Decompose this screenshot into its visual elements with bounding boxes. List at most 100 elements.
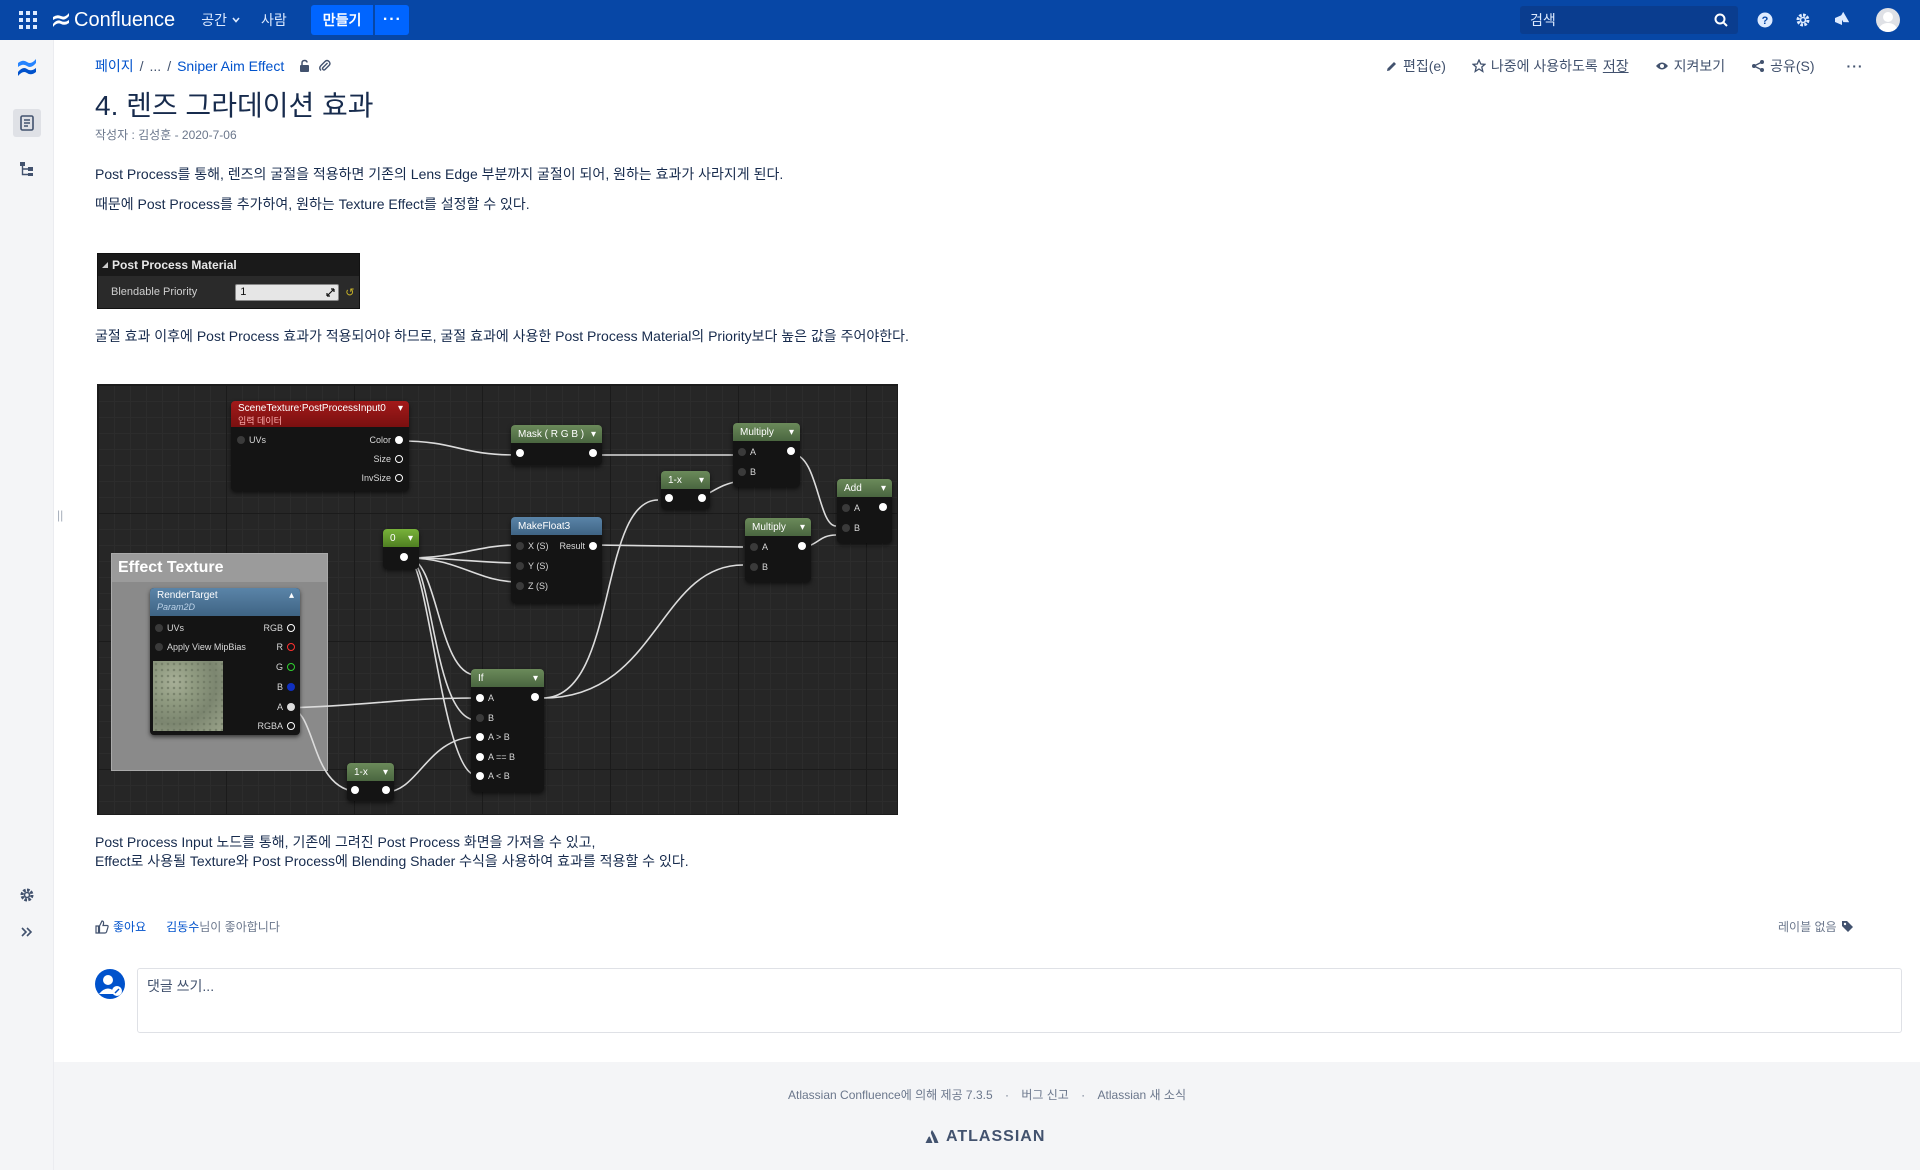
watch-label: 지켜보기: [1673, 58, 1726, 74]
multiply1-pin-b: B: [750, 467, 757, 477]
like-button[interactable]: 좋아요: [95, 918, 146, 935]
triangle-down-icon: [102, 262, 108, 268]
paragraph-1: Post Process를 통해, 렌즈의 굴절을 적용하면 기존의 Lens …: [95, 166, 784, 182]
one-minus-node-1: 1-x ▾: [661, 471, 710, 509]
app-grid-icon: [19, 11, 37, 29]
like-label: 좋아요: [113, 920, 147, 934]
multiply-node-2: Multiply ▾ A B: [745, 518, 811, 582]
save-for-later-button[interactable]: 나중에 사용하도록 저장: [1471, 56, 1629, 76]
app-switcher-button[interactable]: [8, 0, 48, 40]
reset-arrow-icon: ↺: [345, 286, 355, 299]
footer-report-bug[interactable]: 버그 신고: [1021, 1088, 1069, 1102]
breadcrumb-ellipsis[interactable]: ...: [150, 58, 162, 74]
makefloat3-pin-x: X (S): [528, 541, 549, 551]
atlassian-logo[interactable]: ATLASSIAN: [924, 1128, 1045, 1146]
share-icon: [1752, 60, 1765, 72]
multiply2-pin-b: B: [762, 562, 769, 572]
add-title: Add: [844, 482, 862, 494]
breadcrumb-pages[interactable]: 페이지: [95, 56, 134, 76]
expand-sidebar-icon[interactable]: [15, 920, 39, 944]
liked-by-user-link[interactable]: 김동수: [166, 920, 199, 934]
confluence-logo[interactable]: Confluence: [52, 9, 175, 32]
edit-button[interactable]: 편집(e): [1385, 56, 1446, 76]
rt-pin-r: R: [276, 642, 284, 652]
add-pin-a: A: [854, 503, 861, 513]
ppm-header: Post Process Material: [98, 254, 359, 276]
footer-links: Atlassian Confluence에 의해 제공 7.3.5 · 버그 신…: [54, 1086, 1920, 1103]
multiply1-title: Multiply: [740, 426, 774, 438]
if-node: If ▾ A B A > B A == B A < B: [471, 669, 544, 792]
if-pin-a-lt-b: A < B: [488, 771, 510, 781]
makefloat3-title: MakeFloat3: [518, 520, 571, 532]
if-pin-b: B: [488, 713, 495, 723]
pin-invsize: InvSize: [361, 473, 391, 483]
attachment-icon[interactable]: [318, 59, 332, 73]
pencil-icon: [1387, 61, 1396, 71]
breadcrumb-separator: /: [139, 58, 144, 74]
constant-zero-node: 0 ▾: [383, 529, 419, 569]
ppm-header-label: Post Process Material: [112, 258, 237, 272]
share-button[interactable]: 공유(S): [1751, 56, 1815, 76]
rt-pin-uvs: UVs: [167, 623, 185, 633]
nav-spaces[interactable]: 공간: [191, 0, 251, 40]
edit-label: 편집(e): [1403, 58, 1446, 74]
pages-icon[interactable]: [13, 109, 41, 137]
render-target-node: RenderTarget ▴ Param2D UVs RGB Apply View…: [150, 588, 300, 735]
ppm-row: Blendable Priority 1 ↺: [98, 276, 359, 308]
chevron-down-icon: [232, 17, 240, 23]
comment-input[interactable]: 댓글 쓰기...: [137, 968, 1902, 1033]
pin-color: Color: [369, 435, 391, 445]
one-minus-node-2: 1-x ▾: [347, 763, 394, 801]
rt-pin-g: G: [275, 662, 283, 672]
breadcrumb-separator: /: [167, 58, 172, 74]
labels-section[interactable]: 레이블 없음: [1778, 918, 1854, 935]
notifications-megaphone-icon[interactable]: [1832, 11, 1850, 29]
star-icon: [1471, 59, 1486, 73]
nav-spaces-label: 공간: [201, 12, 227, 28]
nav-people[interactable]: 사람: [251, 0, 297, 40]
footer-atlassian-news[interactable]: Atlassian 새 소식: [1098, 1088, 1186, 1102]
post-process-material-image: Post Process Material Blendable Priority…: [97, 253, 360, 309]
unlock-icon[interactable]: [298, 59, 312, 73]
page-tree-icon[interactable]: [15, 157, 39, 181]
resize-arrows-icon: [326, 287, 335, 297]
search-box[interactable]: [1520, 6, 1738, 34]
no-labels-text: 레이블 없음: [1778, 920, 1837, 934]
if-pin-a-eq-b: A == B: [488, 752, 516, 762]
rt-pin-mip: Apply View MipBias: [167, 642, 246, 652]
pin-size: Size: [373, 454, 391, 464]
search-input[interactable]: [1530, 12, 1700, 28]
create-button[interactable]: 만들기: [310, 5, 374, 35]
add-node: Add ▾ A B: [837, 479, 892, 543]
makefloat3-pin-result: Result: [559, 541, 585, 551]
save-for-later-label: 저장: [1602, 58, 1629, 74]
tag-icon: [1841, 921, 1853, 932]
watch-button[interactable]: 지켜보기: [1655, 56, 1726, 76]
space-settings-icon[interactable]: [15, 883, 39, 907]
help-icon[interactable]: ?: [1756, 11, 1774, 29]
render-target-title: RenderTarget: [157, 590, 218, 601]
space-logo-icon[interactable]: [15, 56, 39, 80]
pin-uvs: UVs: [249, 435, 267, 445]
rt-pin-b: B: [276, 682, 283, 692]
sidebar-resize-handle[interactable]: ||: [57, 508, 63, 522]
user-avatar[interactable]: [1876, 8, 1900, 32]
paragraph-5: Effect로 사용될 Texture와 Post Process에 Blend…: [95, 853, 689, 869]
rt-pin-rgb: RGB: [263, 623, 283, 633]
if-pin-a-gt-b: A > B: [488, 732, 510, 742]
footer-powered-by[interactable]: Atlassian Confluence에 의해 제공 7.3.5: [788, 1088, 993, 1102]
create-more-button[interactable]: ···: [375, 5, 410, 35]
one-minus1-title: 1-x: [668, 474, 682, 486]
more-actions-button[interactable]: ···: [1847, 58, 1864, 74]
ppm-value: 1: [240, 286, 247, 298]
ppm-label: Blendable Priority: [111, 286, 198, 298]
settings-gear-icon[interactable]: [1794, 11, 1812, 29]
footer-separator: ·: [1004, 1088, 1009, 1102]
makefloat3-node: MakeFloat3 X (S) Result Y (S) Z (S): [511, 517, 602, 603]
breadcrumb-parent[interactable]: Sniper Aim Effect: [177, 58, 284, 74]
search-icon[interactable]: [1714, 13, 1728, 27]
page-actions: 편집(e) 나중에 사용하도록 저장 지켜보기 공유(S) ···: [1385, 56, 1864, 76]
share-label: 공유(S): [1770, 58, 1815, 74]
comment-user-avatar: [95, 969, 125, 999]
multiply2-pin-a: A: [762, 542, 769, 552]
